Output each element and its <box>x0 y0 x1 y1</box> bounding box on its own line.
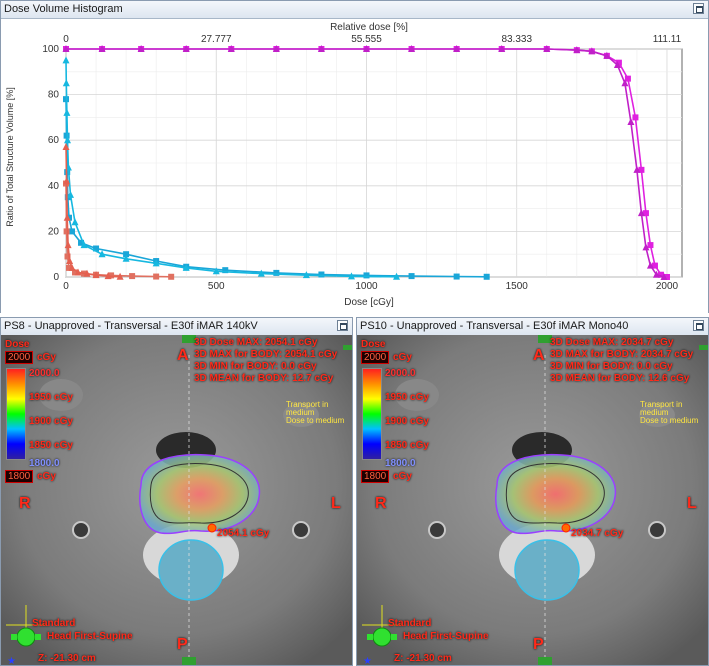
dvh-point <box>632 114 639 121</box>
maximize-icon[interactable] <box>693 3 704 14</box>
orientation-left: L <box>331 495 341 512</box>
dvh-point <box>318 271 325 278</box>
ct-image-right[interactable]: ★ Dose 2000 cGy 2000.0 1950 cGy 1900 cGy… <box>357 335 708 665</box>
scale-bottom: 1800.0 <box>29 458 60 469</box>
y-tick-label: 60 <box>48 135 60 146</box>
orientation-left: L <box>687 495 697 512</box>
maximize-icon[interactable] <box>693 320 704 331</box>
stat-mean-body: 3D MEAN for BODY: 12.6 cGy <box>550 373 690 384</box>
y-tick-label: 40 <box>48 181 60 192</box>
scale-label-2: 1900 cGy <box>385 416 429 427</box>
dose-point-label: 2034.7 cGy <box>571 528 624 539</box>
scale-bottom: 1800.0 <box>385 458 416 469</box>
dose-color-scale <box>6 368 26 460</box>
scale-label-1: 1950 cGy <box>385 392 429 403</box>
dose-point-label: 2054.1 cGy <box>217 528 270 539</box>
orientation-anterior: A <box>533 347 545 364</box>
dose-unit-min: cGy <box>393 471 412 482</box>
x2-tick-label: 0 <box>63 34 69 45</box>
x-tick-label: 2000 <box>656 281 679 292</box>
stat-max-body: 3D MAX for BODY: 2034.7 cGy <box>550 349 694 360</box>
dose-max-input[interactable]: 2000 <box>361 351 390 364</box>
dvh-point <box>624 75 631 82</box>
dvh-point <box>363 272 370 279</box>
dose-min-input[interactable]: 1800 <box>361 470 390 483</box>
stat-mean-body: 3D MEAN for BODY: 12.7 cGy <box>194 373 334 384</box>
scale-label-3: 1850 cGy <box>385 440 429 451</box>
maximize-icon[interactable] <box>337 320 348 331</box>
patient-position-label: Head First-Supine <box>47 631 133 642</box>
x-tick-label: 1000 <box>355 281 378 292</box>
x2-tick-label: 111.11 <box>653 34 682 45</box>
dose-label: Dose <box>361 339 386 350</box>
ct-scan-graphic: ★ <box>1 335 352 665</box>
dvh-point <box>483 273 490 280</box>
y-tick-label: 80 <box>48 90 60 101</box>
y-tick-label: 100 <box>42 44 59 55</box>
patient-orientation-icon <box>372 627 392 647</box>
y-axis-title: Ratio of Total Structure Volume [%] <box>5 87 15 226</box>
ct-view-left[interactable]: PS8 - Unapproved - Transversal - E30f iM… <box>0 317 353 666</box>
x-tick-label: 1500 <box>506 281 529 292</box>
y-tick-label: 0 <box>53 272 59 283</box>
ct-view-right[interactable]: PS10 - Unapproved - Transversal - E30f i… <box>356 317 709 666</box>
stat-max-body: 3D MAX for BODY: 2054.1 cGy <box>194 349 338 360</box>
dvh-point <box>69 228 76 235</box>
dose-unit-min: cGy <box>37 471 56 482</box>
dose-min-input[interactable]: 1800 <box>5 470 34 483</box>
right-view-title: PS10 - Unapproved - Transversal - E30f i… <box>357 318 708 336</box>
orientation-right: R <box>19 495 31 512</box>
dvh-point <box>168 273 175 280</box>
scale-label-1: 1950 cGy <box>29 392 73 403</box>
svg-text:★: ★ <box>363 656 372 665</box>
orientation-posterior: P <box>533 636 544 653</box>
stat-dose-max: 3D Dose MAX: 2034.7 cGy <box>550 337 674 348</box>
orientation-anterior: A <box>177 347 189 364</box>
top-axis-title: Relative dose [%] <box>330 22 408 33</box>
dvh-panel: Dose Volume Histogram Relative dose [%] … <box>0 0 709 313</box>
dvh-title: Dose Volume Histogram <box>1 1 708 19</box>
orientation-posterior: P <box>177 636 188 653</box>
transport-line-3: Dose to medium <box>640 416 699 425</box>
dvh-point <box>129 273 136 280</box>
transport-line-3: Dose to medium <box>286 416 345 425</box>
window-preset-label[interactable]: Standard <box>32 618 75 629</box>
svg-text:★: ★ <box>7 656 16 665</box>
stat-min-body: 3D MIN for BODY: 0.0 cGy <box>194 361 317 372</box>
patient-orientation-icon <box>16 627 36 647</box>
ct-image-left[interactable]: ★ Dose 2000 cGy 2000.0 1950 cGy 1900 cGy… <box>1 335 352 665</box>
y-tick-label: 20 <box>48 226 60 237</box>
stat-dose-max: 3D Dose MAX: 2054.1 cGy <box>194 337 318 348</box>
dvh-chart: Relative dose [%] 0 27.777 55.555 83.333 111… <box>1 19 708 313</box>
scale-top: 2000.0 <box>29 368 60 379</box>
dose-max-input[interactable]: 2000 <box>5 351 34 364</box>
scale-label-2: 1900 cGy <box>29 416 73 427</box>
dvh-point <box>647 242 654 249</box>
dvh-point <box>453 273 460 280</box>
x-tick-label: 0 <box>63 281 69 292</box>
patient-position-label: Head First-Supine <box>403 631 489 642</box>
scale-label-3: 1850 cGy <box>29 440 73 451</box>
x2-tick-label: 27.777 <box>201 34 232 45</box>
dvh-point <box>63 228 70 235</box>
dvh-point <box>408 273 415 280</box>
window-preset-label[interactable]: Standard <box>388 618 431 629</box>
bottom-axis-title: Dose [cGy] <box>344 297 394 308</box>
x2-tick-label: 83.333 <box>501 34 532 45</box>
stat-min-body: 3D MIN for BODY: 0.0 cGy <box>550 361 673 372</box>
slice-position-label: Z: -21.30 cm <box>394 653 452 664</box>
slice-position-label: Z: -21.30 cm <box>38 653 96 664</box>
orientation-right: R <box>375 495 387 512</box>
x-tick-label: 500 <box>208 281 225 292</box>
dose-unit-max: cGy <box>37 352 56 363</box>
dose-unit-max: cGy <box>393 352 412 363</box>
x2-tick-label: 55.555 <box>351 34 382 45</box>
scale-top: 2000.0 <box>385 368 416 379</box>
dose-color-scale <box>362 368 382 460</box>
ct-scan-graphic: ★ <box>357 335 708 665</box>
dvh-point <box>153 273 160 280</box>
dose-label: Dose <box>5 339 30 350</box>
left-view-title: PS8 - Unapproved - Transversal - E30f iM… <box>1 318 352 336</box>
